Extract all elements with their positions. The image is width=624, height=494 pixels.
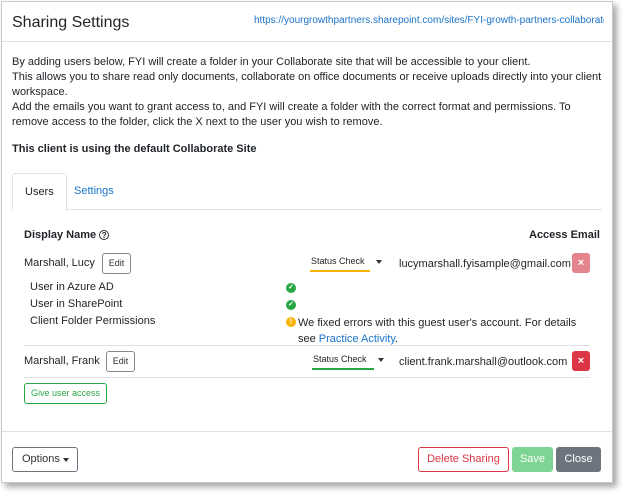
remove-user-button[interactable]: ×: [572, 253, 590, 273]
display-name-header-label: Display Name: [24, 229, 97, 241]
options-dropdown-button[interactable]: Options: [12, 447, 78, 472]
tab-bar: Users Settings: [12, 173, 602, 211]
intro-line-2: This allows you to share read only docum…: [12, 71, 602, 98]
close-icon: ×: [577, 355, 585, 367]
user-access-email: lucymarshall.fyisample@gmail.com: [399, 258, 571, 270]
status-check-label: Status Check: [313, 354, 367, 364]
edit-user-button[interactable]: Edit: [106, 351, 135, 372]
intro-line-1: By adding users below, FYI will create a…: [12, 56, 531, 68]
check-circle-icon: ✓: [286, 283, 296, 293]
close-icon: ×: [577, 257, 585, 269]
chevron-down-icon: [376, 260, 382, 264]
warning-end: .: [395, 333, 399, 345]
close-button[interactable]: Close: [556, 447, 601, 472]
collaborate-site-note: This client is using the default Collabo…: [12, 143, 257, 155]
folder-permissions-warning: We fixed errors with this guest user's a…: [298, 315, 578, 347]
save-button[interactable]: Save: [512, 447, 553, 472]
intro-line-3: Add the emails you want to grant access …: [12, 101, 571, 128]
sharing-settings-dialog: Sharing Settings https://yourgrowthpartn…: [1, 1, 613, 483]
check-folder-permissions-label: Client Folder Permissions: [30, 315, 156, 327]
dialog-header: Sharing Settings https://yourgrowthpartn…: [2, 2, 612, 42]
check-circle-icon: ✓: [286, 300, 296, 310]
display-name-header: Display Name?: [24, 229, 110, 241]
status-check-dropdown[interactable]: Status Check: [306, 253, 386, 273]
user-access-email: client.frank.marshall@outlook.com: [399, 356, 568, 368]
user-display-name: Marshall, Lucy: [24, 257, 95, 269]
question-circle-icon[interactable]: ?: [99, 230, 110, 241]
status-indicator-bar: [312, 368, 374, 370]
tab-settings[interactable]: Settings: [62, 173, 126, 210]
status-check-dropdown[interactable]: Status Check: [308, 351, 388, 371]
status-indicator-bar: [310, 270, 370, 272]
row-divider: [24, 345, 590, 346]
dialog-footer: Options Delete Sharing Save Close: [2, 431, 612, 483]
user-display-name: Marshall, Frank: [24, 355, 100, 367]
chevron-down-icon: [63, 458, 69, 462]
tab-users[interactable]: Users: [12, 173, 67, 211]
dialog-title: Sharing Settings: [12, 14, 130, 31]
practice-activity-link[interactable]: Practice Activity: [319, 333, 395, 345]
chevron-down-icon: [378, 358, 384, 362]
intro-text: By adding users below, FYI will create a…: [12, 55, 608, 130]
edit-user-button[interactable]: Edit: [102, 253, 131, 274]
status-check-label: Status Check: [311, 256, 365, 266]
delete-sharing-button[interactable]: Delete Sharing: [418, 447, 509, 472]
exclamation-circle-icon: !: [286, 317, 296, 327]
row-divider: [24, 377, 590, 378]
access-email-header: Access Email: [529, 229, 600, 241]
remove-user-button[interactable]: ×: [572, 351, 590, 371]
check-sharepoint-label: User in SharePoint: [30, 298, 123, 310]
give-user-access-button[interactable]: Give user access: [24, 383, 107, 404]
options-label: Options: [22, 453, 60, 465]
sharepoint-site-link[interactable]: https://yourgrowthpartners.sharepoint.co…: [254, 15, 604, 26]
check-azure-ad-label: User in Azure AD: [30, 281, 114, 293]
